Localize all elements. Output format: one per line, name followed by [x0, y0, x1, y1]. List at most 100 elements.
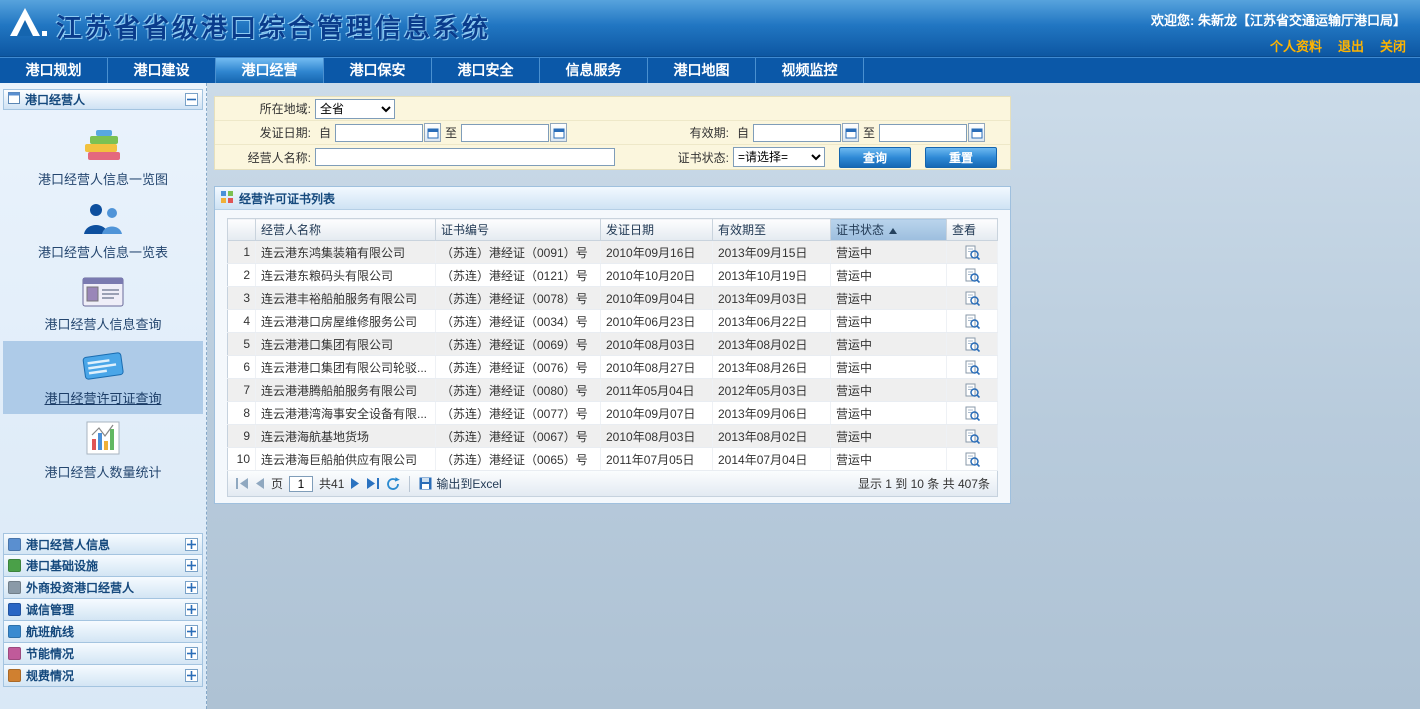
expand-icon[interactable]: [185, 538, 198, 551]
id-card-icon: [82, 277, 124, 310]
main-content: 所在地域: 全省 发证日期: 自 至: [207, 83, 1420, 709]
table-row[interactable]: 1 连云港东鸿集装箱有限公司 （苏连）港经证（0091）号 2010年09月16…: [228, 241, 998, 264]
panel-label: 诚信管理: [26, 601, 180, 618]
cert-number-cell: （苏连）港经证（0076）号: [436, 356, 601, 379]
table-row[interactable]: 8 连云港港湾海事安全设备有限... （苏连）港经证（0077）号 2010年0…: [228, 402, 998, 425]
table-row[interactable]: 5 连云港港口集团有限公司 （苏连）港经证（0069）号 2010年08月03日…: [228, 333, 998, 356]
page-number-input[interactable]: [289, 476, 313, 492]
col-cert-number[interactable]: 证书编号: [436, 219, 601, 241]
operator-name-label: 经营人名称:: [215, 149, 315, 166]
table-row[interactable]: 4 连云港港口房屋维修服务公司 （苏连）港经证（0034）号 2010年06月2…: [228, 310, 998, 333]
expand-icon[interactable]: [185, 625, 198, 638]
export-excel-button[interactable]: 输出到Excel: [419, 475, 501, 492]
nav-tab[interactable]: 港口建设: [108, 58, 216, 83]
validity-to-input[interactable]: [879, 124, 967, 142]
table-row[interactable]: 7 连云港港腾船舶服务有限公司 （苏连）港经证（0080）号 2011年05月0…: [228, 379, 998, 402]
expand-icon[interactable]: [185, 559, 198, 572]
table-row[interactable]: 10 连云港海巨船舶供应有限公司 （苏连）港经证（0065）号 2011年07月…: [228, 448, 998, 471]
cert-table-rows: 1 连云港东鸿集装箱有限公司 （苏连）港经证（0091）号 2010年09月16…: [228, 241, 998, 471]
view-cell[interactable]: [947, 402, 998, 425]
cert-status-select[interactable]: =请选择=: [733, 147, 825, 167]
save-disk-icon: [419, 477, 432, 490]
view-cell[interactable]: [947, 448, 998, 471]
sidebar-panel-operator[interactable]: 港口经营人: [3, 89, 203, 110]
pager-summary: 显示 1 到 10 条 共 407条: [858, 475, 990, 492]
view-cell[interactable]: [947, 310, 998, 333]
sidebar-panel-collapsed[interactable]: 航班航线: [3, 621, 203, 643]
first-page-icon[interactable]: [235, 478, 249, 489]
sidebar-panel-collapsed[interactable]: 港口经营人信息: [3, 533, 203, 555]
nav-tab[interactable]: 信息服务: [540, 58, 648, 83]
view-cell[interactable]: [947, 356, 998, 379]
expand-icon[interactable]: [185, 581, 198, 594]
calendar-icon[interactable]: [550, 123, 567, 142]
table-row[interactable]: 3 连云港丰裕船舶服务有限公司 （苏连）港经证（0078）号 2010年09月0…: [228, 287, 998, 310]
expand-icon[interactable]: [185, 669, 198, 682]
view-detail-icon: [965, 452, 980, 467]
sidebar-item-info-query[interactable]: 港口经营人信息查询: [3, 268, 203, 341]
cert-status-label: 证书状态:: [615, 149, 733, 166]
form-row-region: 所在地域: 全省: [215, 97, 1010, 121]
last-page-icon[interactable]: [366, 478, 380, 489]
nav-tab[interactable]: 港口保安: [324, 58, 432, 83]
nav-tab[interactable]: 视频监控: [756, 58, 864, 83]
expand-icon[interactable]: [185, 647, 198, 660]
sidebar-item-quantity-stats[interactable]: 港口经营人数量统计: [3, 414, 203, 487]
col-valid-until[interactable]: 有效期至: [713, 219, 831, 241]
sidebar-panel-collapsed[interactable]: 节能情况: [3, 643, 203, 665]
view-cell[interactable]: [947, 264, 998, 287]
cert-number-cell: （苏连）港经证（0121）号: [436, 264, 601, 287]
row-number: 5: [228, 333, 256, 356]
grid-icon: [221, 191, 233, 206]
table-row[interactable]: 6 连云港港口集团有限公司轮驳... （苏连）港经证（0076）号 2010年0…: [228, 356, 998, 379]
calendar-icon[interactable]: [424, 123, 441, 142]
view-cell[interactable]: [947, 379, 998, 402]
calendar-icon[interactable]: [968, 123, 985, 142]
sidebar-panel-collapsed[interactable]: 规费情况: [3, 665, 203, 687]
view-cell[interactable]: [947, 241, 998, 264]
sidebar-panel-collapsed[interactable]: 诚信管理: [3, 599, 203, 621]
sidebar-item-info-overview-chart[interactable]: 港口经营人信息一览图: [3, 122, 203, 195]
view-cell[interactable]: [947, 425, 998, 448]
next-page-icon[interactable]: [350, 478, 360, 489]
col-operator-name[interactable]: 经营人名称: [256, 219, 436, 241]
operator-name-input[interactable]: [315, 148, 615, 166]
sidebar-panel-collapsed[interactable]: 外商投资港口经营人: [3, 577, 203, 599]
sidebar-panel-collapsed[interactable]: 港口基础设施: [3, 555, 203, 577]
col-issue-date[interactable]: 发证日期: [601, 219, 713, 241]
col-cert-status-sorted[interactable]: 证书状态: [831, 219, 947, 241]
validity-label: 有效期:: [615, 124, 733, 141]
valid-until-cell: 2013年09月15日: [713, 241, 831, 264]
header-link[interactable]: 个人资料: [1270, 36, 1322, 55]
reset-button[interactable]: 重置: [925, 147, 997, 168]
issue-date-from-input[interactable]: [335, 124, 423, 142]
header-link[interactable]: 退出: [1338, 36, 1364, 55]
nav-tab[interactable]: 港口安全: [432, 58, 540, 83]
view-cell[interactable]: [947, 287, 998, 310]
query-button[interactable]: 查询: [839, 147, 911, 168]
sidebar-item-license-query[interactable]: 港口经营许可证查询: [3, 341, 203, 414]
sidebar-item-label: 港口经营人信息一览表: [38, 242, 168, 261]
panel-label: 规费情况: [26, 667, 180, 684]
sidebar-item-info-overview-table[interactable]: 港口经营人信息一览表: [3, 195, 203, 268]
main-nav: 港口规划 港口建设 港口经营 港口保安 港口安全 信息服务 港口地图 视频监控: [0, 57, 1420, 83]
table-row[interactable]: 2 连云港东粮码头有限公司 （苏连）港经证（0121）号 2010年10月20日…: [228, 264, 998, 287]
nav-tab[interactable]: 港口地图: [648, 58, 756, 83]
prev-page-icon[interactable]: [255, 478, 265, 489]
calendar-icon[interactable]: [842, 123, 859, 142]
issue-date-cell: 2010年09月04日: [601, 287, 713, 310]
from-label: 自: [319, 124, 331, 141]
expand-icon[interactable]: [185, 603, 198, 616]
refresh-icon[interactable]: [386, 477, 400, 491]
view-cell[interactable]: [947, 333, 998, 356]
nav-tab[interactable]: 港口规划: [0, 58, 108, 83]
table-row[interactable]: 9 连云港海航基地货场 （苏连）港经证（0067）号 2010年08月03日 2…: [228, 425, 998, 448]
nav-tab[interactable]: 港口经营: [216, 58, 324, 83]
panel-icon: [8, 669, 21, 682]
header-link[interactable]: 关闭: [1380, 36, 1406, 55]
region-select[interactable]: 全省: [315, 99, 395, 119]
issue-date-to-input[interactable]: [461, 124, 549, 142]
cert-status-cell: 营运中: [831, 264, 947, 287]
collapse-icon[interactable]: [185, 93, 198, 106]
validity-from-input[interactable]: [753, 124, 841, 142]
